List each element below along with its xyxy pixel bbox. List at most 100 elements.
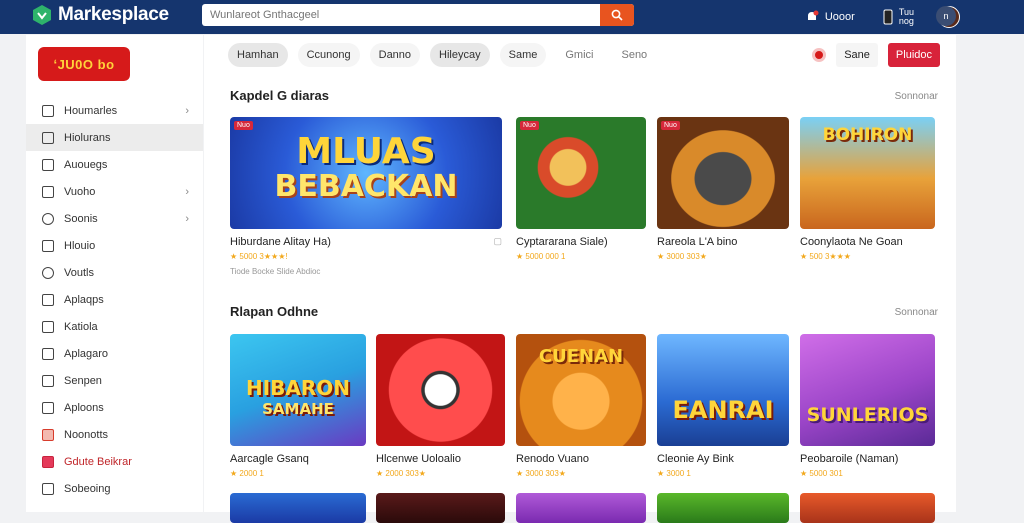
game-title[interactable]: Rareola L'A bino: [657, 236, 789, 248]
sidebar-item-label: Hlouio: [64, 239, 96, 252]
game-card[interactable]: [376, 493, 505, 523]
see-all-link[interactable]: Sonnonar: [895, 307, 938, 318]
game-card[interactable]: Nuo MLUAS BEBACKAN Hiburdane Alitay Ha) …: [230, 117, 502, 276]
game-art-title: CUENAN: [538, 346, 624, 367]
account-label: Tuu nog: [898, 7, 914, 26]
game-title[interactable]: Cleonie Ay Bink: [657, 453, 789, 465]
game-card[interactable]: [230, 493, 366, 523]
game-thumbnail[interactable]: CUENAN: [516, 334, 646, 446]
game-card[interactable]: BOHIRON Coonylaota Ne Goan ★ 500 3★★★: [800, 117, 935, 261]
location-pin-icon[interactable]: [812, 48, 827, 62]
tab-hamhan[interactable]: Hamhan: [228, 43, 288, 67]
sidebar-item-label: Sobeoing: [64, 482, 111, 495]
tab-hileycay[interactable]: Hileycay: [430, 43, 490, 67]
game-subtitle: Tiode Bocke Slide Abdioc: [230, 267, 321, 276]
game-rating: ★ 3000 303★: [516, 469, 566, 478]
chat-icon: [42, 401, 54, 414]
sidebar-item-aplaqps[interactable]: Aplaqps: [26, 286, 203, 313]
game-card[interactable]: [657, 493, 789, 523]
tab-gmici[interactable]: Gmici: [556, 43, 602, 67]
bookmark-icon[interactable]: ▢: [493, 236, 502, 247]
sidebar-item-aplagaro[interactable]: Aplagaro: [26, 340, 203, 367]
sidebar-item-label: Gdute Beikrar: [64, 455, 132, 468]
game-thumbnail[interactable]: [376, 334, 505, 446]
game-card[interactable]: EANRAI Cleonie Ay Bink ★ 3000 1: [657, 334, 789, 478]
menu-button[interactable]: n: [936, 6, 956, 26]
new-badge: Nuo: [661, 121, 680, 130]
brand-name[interactable]: Markesplace: [58, 4, 169, 26]
game-art-title: SUNLERIOS: [806, 404, 929, 426]
game-thumbnail[interactable]: [516, 493, 646, 523]
store-logo[interactable]: ʻJU0O bo: [38, 47, 130, 81]
game-title[interactable]: Hiburdane Alitay Ha): [230, 236, 502, 248]
game-thumbnail[interactable]: [376, 493, 505, 523]
chevron-right-icon: ›: [185, 185, 189, 198]
secondary-button[interactable]: Sane: [836, 43, 878, 67]
game-card[interactable]: Hlcenwe Uoloalio ★ 2000 303★: [376, 334, 505, 478]
tab-danno[interactable]: Danno: [369, 43, 421, 67]
game-card[interactable]: Nuo Cyptararana Siale) ★ 5000 000 1: [516, 117, 646, 261]
sidebar-item-katiola[interactable]: Katiola: [26, 313, 203, 340]
game-rating: ★ 3000 1: [657, 469, 691, 478]
game-thumbnail[interactable]: [657, 493, 789, 523]
sidebar-item-label: Voutls: [64, 266, 94, 279]
game-card[interactable]: [800, 493, 935, 523]
game-card[interactable]: [516, 493, 646, 523]
sidebar-item-gdute-beikrar[interactable]: Gdute Beikrar: [26, 448, 203, 475]
game-thumbnail[interactable]: [230, 493, 366, 523]
sidebar-item-label: Aploons: [64, 401, 104, 414]
game-card[interactable]: CUENAN Renodo Vuano ★ 3000 303★: [516, 334, 646, 478]
game-thumbnail[interactable]: SUNLERIOS: [800, 334, 935, 446]
account-button[interactable]: Tuu nog: [883, 8, 914, 26]
sidebar-item-hiolurans[interactable]: Hiolurans: [26, 124, 203, 151]
top-bar: Markesplace Uooor Tuu nog n: [0, 0, 1024, 34]
sidebar-item-senpen[interactable]: Senpen: [26, 367, 203, 394]
game-title[interactable]: Renodo Vuano: [516, 453, 646, 465]
notifications-button[interactable]: Uooor: [805, 10, 855, 24]
notifications-label: Uooor: [824, 11, 855, 23]
search-button[interactable]: [600, 4, 634, 26]
sidebar-item-houmarles[interactable]: Houmarles ›: [26, 97, 203, 124]
sidebar-item-sobeoing[interactable]: Sobeoing: [26, 475, 203, 502]
chevron-right-icon: ›: [185, 212, 189, 225]
sidebar-item-noonotts[interactable]: Noonotts: [26, 421, 203, 448]
mail-icon: [42, 455, 54, 468]
game-art-title: HIBARON: [245, 376, 351, 400]
game-thumbnail[interactable]: Nuo: [657, 117, 789, 229]
game-art-title: BOHIRON: [822, 125, 913, 145]
target-icon: [42, 266, 54, 279]
sidebar-item-aploons[interactable]: Aploons: [26, 394, 203, 421]
game-thumbnail[interactable]: BOHIRON: [800, 117, 935, 229]
sidebar-item-soonis[interactable]: Soonis ›: [26, 205, 203, 232]
sidebar-item-auouegs[interactable]: Auouegs: [26, 151, 203, 178]
main-actions: Sane Pluidoc: [812, 43, 940, 67]
game-art-subtitle: BEBACKAN: [274, 169, 458, 204]
search-input[interactable]: [202, 4, 600, 26]
tab-seno[interactable]: Seno: [612, 43, 656, 67]
game-card[interactable]: Nuo Rareola L'A bino ★ 3000 303★: [657, 117, 789, 261]
game-thumbnail[interactable]: HIBARON SAMAHE: [230, 334, 366, 446]
sidebar-item-hlouio[interactable]: Hlouio: [26, 232, 203, 259]
game-card[interactable]: HIBARON SAMAHE Aarcagle Gsanq ★ 2000 1: [230, 334, 366, 478]
game-title[interactable]: Peobaroile (Naman): [800, 453, 935, 465]
game-title[interactable]: Aarcagle Gsanq: [230, 453, 366, 465]
game-thumbnail[interactable]: [800, 493, 935, 523]
game-title[interactable]: Cyptararana Siale): [516, 236, 646, 248]
game-thumbnail[interactable]: Nuo MLUAS BEBACKAN: [230, 117, 502, 229]
primary-button[interactable]: Pluidoc: [887, 43, 940, 67]
sidebar-item-vuoho[interactable]: Vuoho ›: [26, 178, 203, 205]
tab-same[interactable]: Same: [499, 43, 547, 67]
game-thumbnail[interactable]: Nuo: [516, 117, 646, 229]
sidebar-item-voutls[interactable]: Voutls: [26, 259, 203, 286]
sidebar-item-label: Katiola: [64, 320, 98, 333]
tab-ccunong[interactable]: Ccunong: [297, 43, 360, 67]
game-title[interactable]: Coonylaota Ne Goan: [800, 236, 935, 248]
see-all-link[interactable]: Sonnonar: [895, 91, 938, 102]
new-badge: Nuo: [234, 121, 253, 130]
marketplace-logo-icon[interactable]: [32, 4, 52, 26]
game-card[interactable]: SUNLERIOS Peobaroile (Naman) ★ 5000 301: [800, 334, 935, 478]
game-thumbnail[interactable]: EANRAI: [657, 334, 789, 446]
game-art-subtitle: SAMAHE: [262, 400, 334, 418]
bag-icon: [42, 158, 54, 171]
game-title[interactable]: Hlcenwe Uoloalio: [376, 453, 505, 465]
